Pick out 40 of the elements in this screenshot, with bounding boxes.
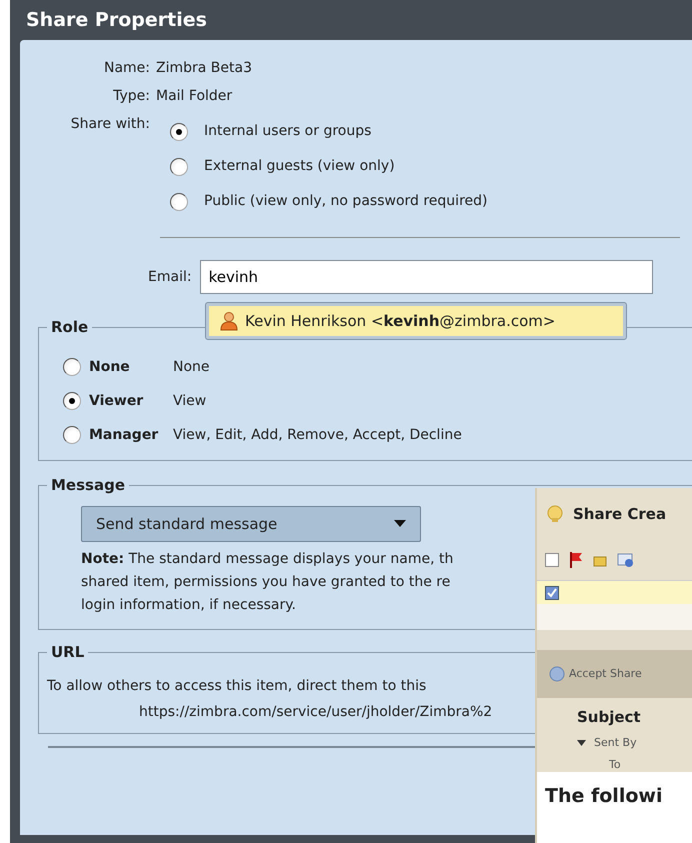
person-icon xyxy=(219,311,239,331)
flag-icon[interactable] xyxy=(569,552,583,568)
radio-button[interactable] xyxy=(170,192,188,210)
to-label: To xyxy=(608,757,622,773)
radio-button[interactable] xyxy=(170,158,188,176)
sent-by-label: Sent By xyxy=(594,734,637,750)
option-label[interactable]: Public (view only, no password required) xyxy=(204,191,488,212)
suggestion-popup[interactable]: Kevin Henrikson <kevinh@zimbra.com> xyxy=(205,302,627,340)
role-description: View, Edit, Add, Remove, Accept, Decline xyxy=(173,426,462,444)
option-label[interactable]: External guests (view only) xyxy=(204,156,395,177)
checkbox-icon[interactable] xyxy=(545,553,559,567)
url-instruction: To allow others to access this item, direct them to this xyxy=(47,677,426,696)
field-label: Email: xyxy=(148,268,192,286)
message-body: The followi xyxy=(537,772,692,843)
window-title: Share Crea xyxy=(573,504,666,525)
role-description: None xyxy=(173,358,210,376)
field-label: Name: xyxy=(102,59,151,78)
radio-button[interactable] xyxy=(170,122,188,140)
dialog-title: Share Properties xyxy=(25,8,208,33)
radio-button[interactable] xyxy=(63,392,81,410)
field-label: Share with: xyxy=(70,115,151,134)
checkbox-icon[interactable] xyxy=(545,586,559,600)
note-text: Note: The standard message displays your name, th shared item, permissions you have granted to the re login information, if necessary. xyxy=(81,550,454,615)
caret-icon xyxy=(394,520,406,528)
field-value: Zimbra Beta3 xyxy=(156,59,252,78)
globe-icon xyxy=(549,666,565,682)
role-name[interactable]: Viewer xyxy=(89,390,165,412)
email-field[interactable]: kevinh xyxy=(200,260,653,294)
radio-button[interactable] xyxy=(63,358,81,376)
radio-button[interactable] xyxy=(63,426,81,444)
message-dropdown[interactable]: Send standard message xyxy=(81,506,421,542)
share-url[interactable]: https://zimbra.com/service/user/jholder/Zimbra%2 xyxy=(139,699,492,725)
expand-icon[interactable] xyxy=(577,740,586,746)
subject-label: Subject xyxy=(576,707,642,728)
role-name[interactable]: Manager xyxy=(89,424,165,446)
option-label[interactable]: Internal users or groups xyxy=(204,121,372,142)
role-name[interactable]: None xyxy=(89,356,165,378)
field-label: Type: xyxy=(112,87,151,106)
field-value: Mail Folder xyxy=(156,87,232,106)
role-description: View xyxy=(173,392,206,410)
